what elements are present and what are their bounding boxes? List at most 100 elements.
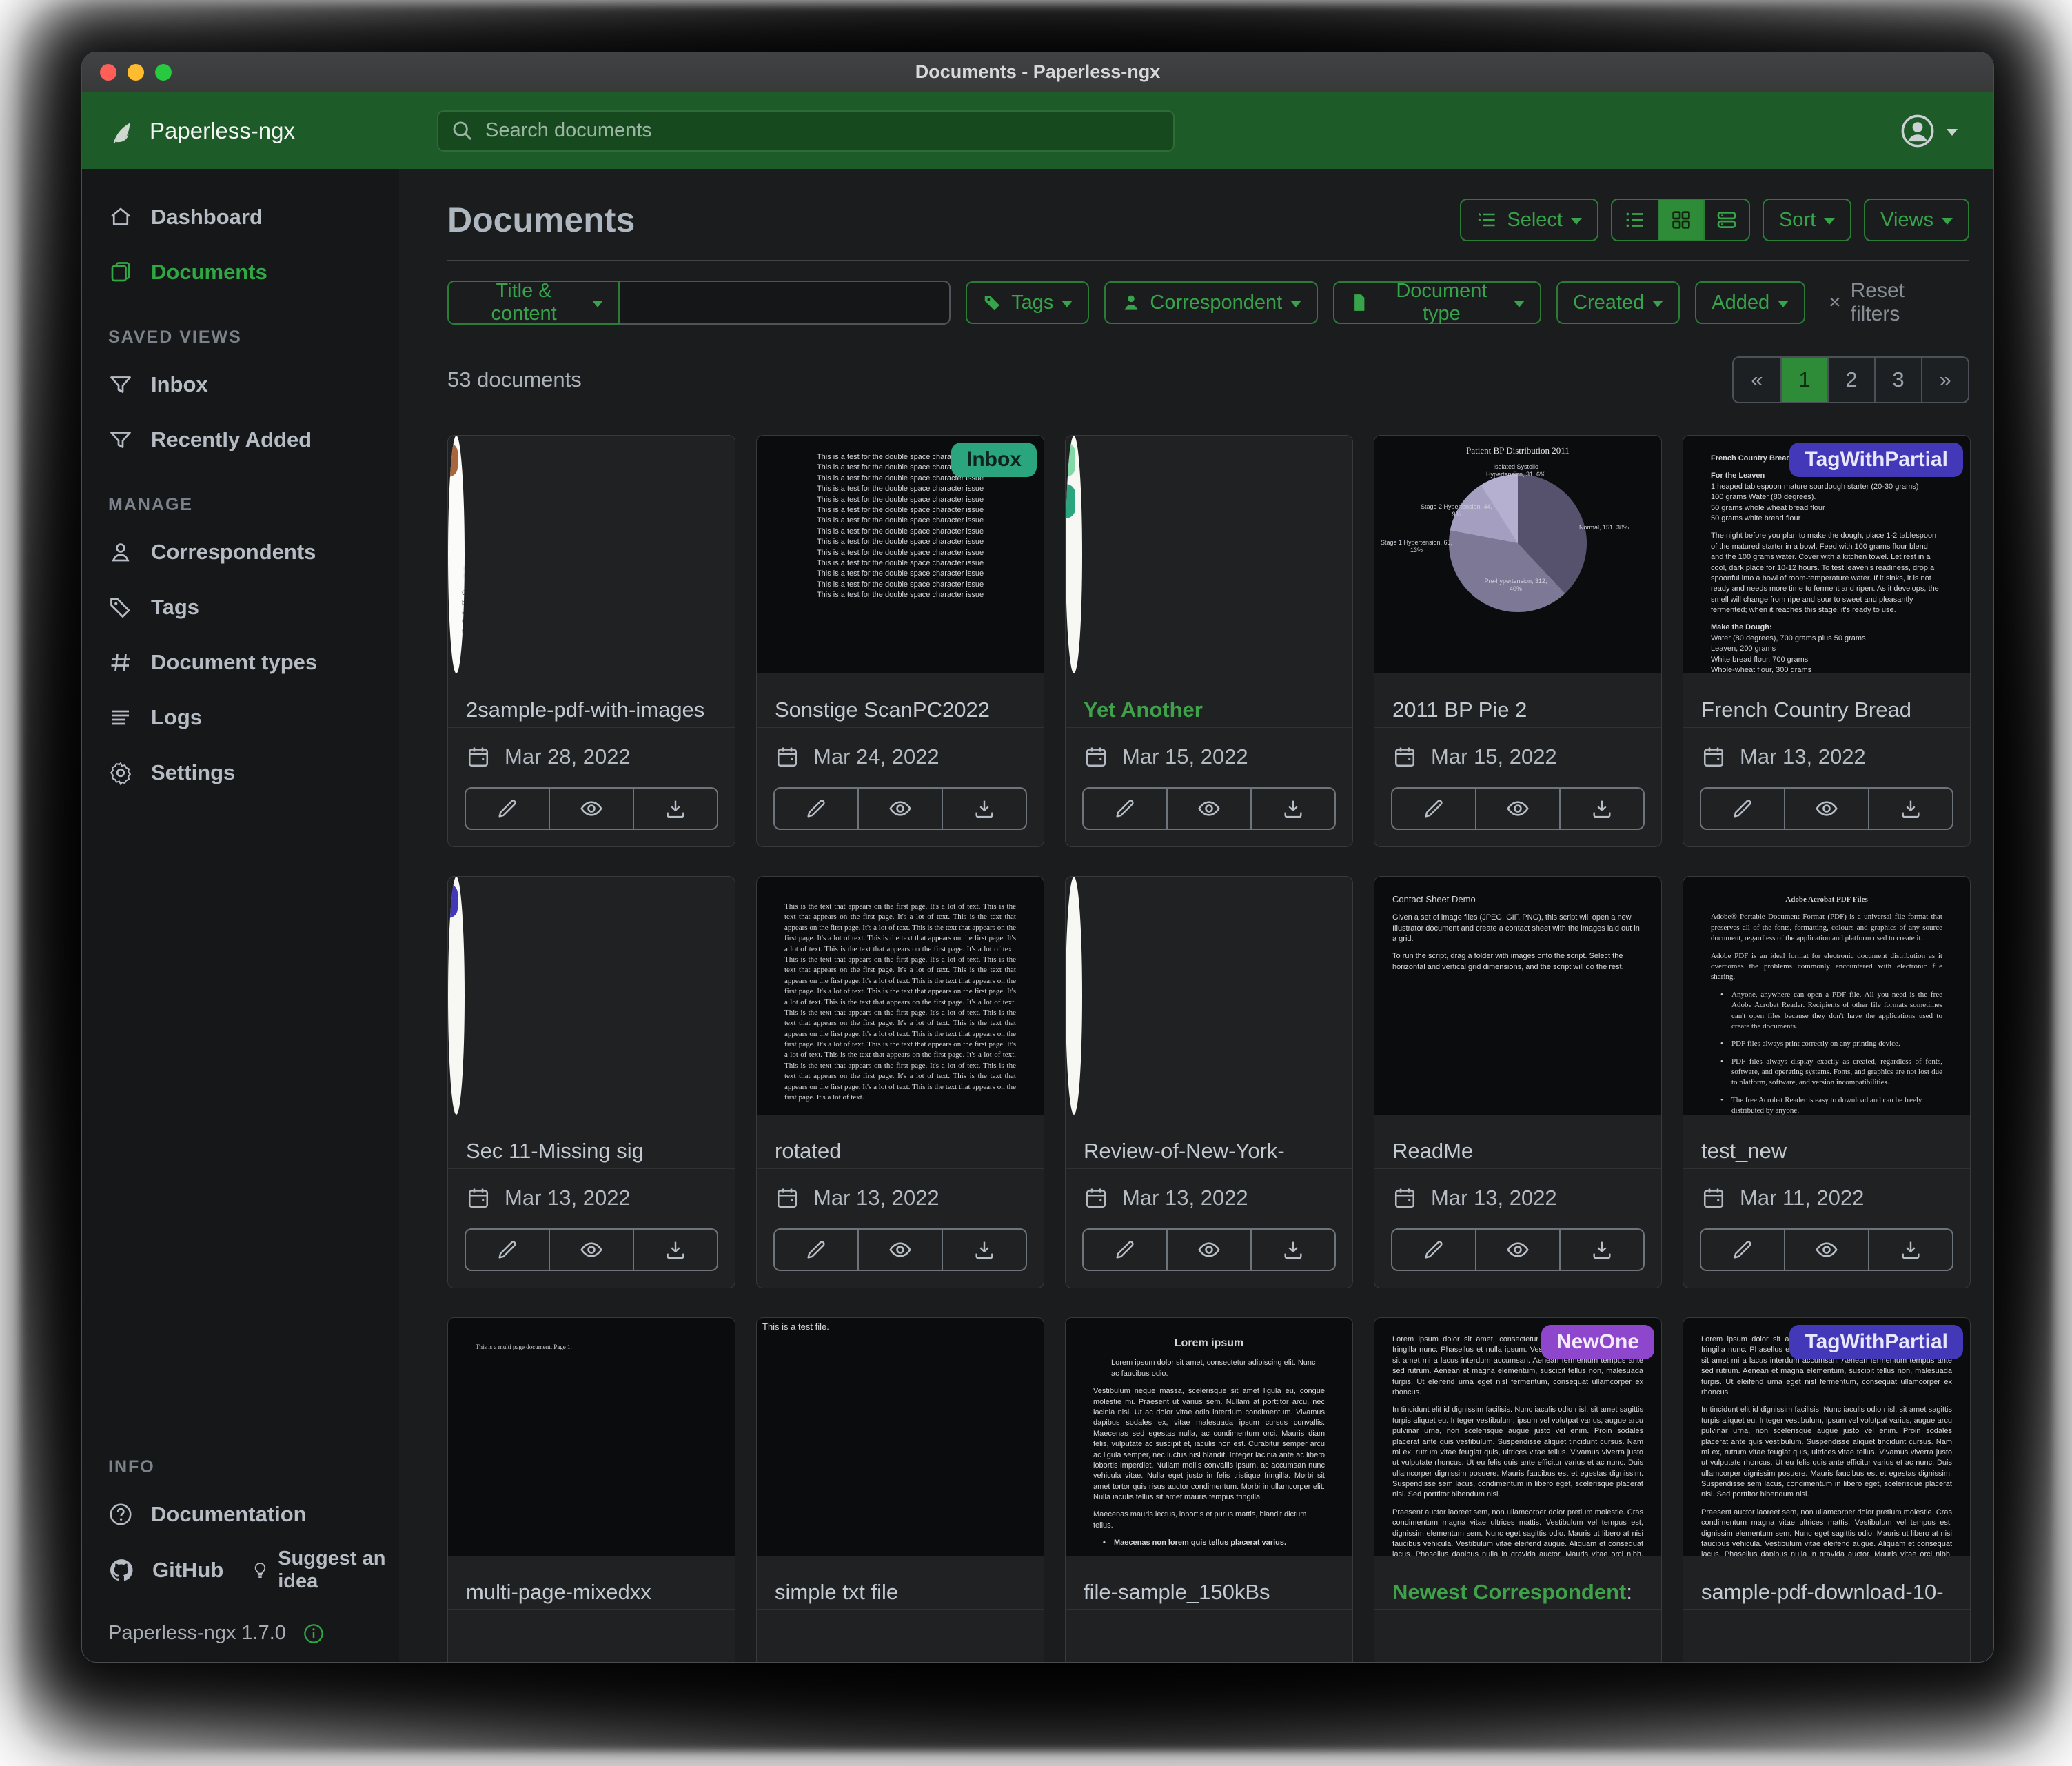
sidebar-item-document-types[interactable]: Document types — [82, 635, 399, 690]
tag-badge[interactable]: TagWithPartial — [448, 884, 458, 918]
document-thumbnail[interactable]: Patient BP Distribution 2011Normal, 151,… — [1374, 436, 1661, 673]
edit-button[interactable] — [1700, 1228, 1785, 1271]
document-type-filter-button[interactable]: Document type — [1333, 281, 1541, 324]
document-thumbnail[interactable]: Partial TagInbox Release NotesSimba ODBC… — [1066, 436, 1082, 673]
view-detail-button[interactable] — [1703, 200, 1749, 240]
sidebar-item-documentation[interactable]: Documentation — [82, 1487, 399, 1542]
views-button[interactable]: Views — [1864, 199, 1969, 241]
info-icon[interactable] — [303, 1623, 325, 1645]
correspondent-link[interactable]: Newest Correspondent — [1392, 1580, 1626, 1604]
tag-badge[interactable]: Inbox — [1066, 484, 1075, 518]
view-button[interactable] — [550, 787, 634, 830]
page-button-«[interactable]: « — [1734, 358, 1780, 402]
select-button[interactable]: Select — [1460, 199, 1598, 241]
document-title[interactable]: French Country Bread Revised.docx — [1683, 673, 1970, 727]
edit-button[interactable] — [1391, 1228, 1476, 1271]
edit-button[interactable] — [773, 787, 859, 830]
view-button[interactable] — [550, 1228, 634, 1271]
download-button[interactable] — [943, 787, 1027, 830]
view-button[interactable] — [859, 1228, 943, 1271]
sidebar-item-settings[interactable]: Settings — [82, 745, 399, 800]
download-button[interactable] — [1252, 787, 1336, 830]
search-box[interactable] — [437, 110, 1175, 152]
search-input[interactable] — [484, 119, 1161, 143]
view-button[interactable] — [1476, 1228, 1561, 1271]
edit-button[interactable] — [773, 1228, 859, 1271]
page-button-»[interactable]: » — [1921, 358, 1968, 402]
page-button-3[interactable]: 3 — [1874, 358, 1921, 402]
correspondent-link[interactable]: Yet Another Correspondent — [1084, 698, 1237, 727]
tag-badge[interactable]: Partial Tag — [1066, 443, 1075, 477]
sort-button[interactable]: Sort — [1763, 199, 1851, 241]
document-thumbnail[interactable]: NewOne Lorem ipsum dolor sit amet, conse… — [1374, 1318, 1661, 1556]
document-title[interactable]: Sec 11-Missing sig — [448, 1115, 735, 1168]
view-list-button[interactable] — [1612, 200, 1658, 240]
view-grid-button[interactable] — [1658, 200, 1703, 240]
document-thumbnail[interactable]: TagWithPartial Lorem ipsum dolor sit ame… — [1683, 1318, 1970, 1556]
title-content-dropdown[interactable]: Title & content — [447, 281, 620, 325]
view-button[interactable] — [1168, 1228, 1252, 1271]
download-button[interactable] — [1869, 787, 1953, 830]
document-title[interactable]: test_new — [1683, 1115, 1970, 1168]
edit-button[interactable] — [465, 1228, 550, 1271]
document-title[interactable]: multi-page-mixedxx — [448, 1556, 735, 1609]
view-button[interactable] — [1785, 787, 1869, 830]
view-button[interactable] — [1168, 787, 1252, 830]
download-button[interactable] — [1561, 1228, 1645, 1271]
document-thumbnail[interactable]: This is a multi page document. Page 1. — [448, 1318, 735, 1556]
download-button[interactable] — [1869, 1228, 1953, 1271]
sidebar-item-tags[interactable]: Tags — [82, 580, 399, 635]
added-filter-button[interactable]: Added — [1695, 281, 1805, 324]
document-title[interactable]: 2011 BP Pie 2 — [1374, 673, 1661, 727]
user-menu[interactable] — [1900, 113, 1993, 149]
tag-badge[interactable]: TagWithPartial — [1789, 1325, 1963, 1359]
document-title[interactable]: Review-of-New-York-Federal-Petitions-art… — [1066, 1115, 1352, 1168]
document-title[interactable]: sample-pdf-download-10-mb-longer-title — [1683, 1556, 1970, 1609]
edit-button[interactable] — [1391, 787, 1476, 830]
sidebar-item-correspondents[interactable]: Correspondents — [82, 525, 399, 580]
sidebar-item-recently-added[interactable]: Recently Added — [82, 412, 399, 467]
document-thumbnail[interactable]: Another Sample Tag Boundary Waters TripL… — [448, 436, 465, 673]
document-title[interactable]: file-sample_150kBs — [1066, 1556, 1352, 1609]
document-thumbnail[interactable]: TagWithPartial French Country BreadFor t… — [1683, 436, 1970, 673]
document-title[interactable]: Sonstige ScanPC2022 03-24_081058 — [757, 673, 1044, 727]
edit-button[interactable] — [465, 787, 550, 830]
page-button-1[interactable]: 1 — [1780, 358, 1827, 402]
document-thumbnail[interactable]: Lorem ipsumLorem ipsum dolor sit amet, c… — [1066, 1318, 1352, 1556]
download-button[interactable] — [1561, 787, 1645, 830]
download-button[interactable] — [634, 1228, 718, 1271]
tag-badge[interactable]: NewOne — [1541, 1325, 1654, 1359]
reset-filters-button[interactable]: × Reset filters — [1829, 279, 1954, 326]
document-title[interactable]: Yet Another Correspondent: Testing Email — [1066, 673, 1352, 727]
tag-badge[interactable]: TagWithPartial — [1789, 443, 1963, 477]
main-content[interactable]: Documents Select — [399, 169, 1993, 1663]
sidebar-item-github[interactable]: GitHub — [82, 1542, 223, 1598]
sidebar-item-documents[interactable]: Documents — [82, 245, 399, 300]
download-button[interactable] — [1252, 1228, 1336, 1271]
edit-button[interactable] — [1082, 1228, 1168, 1271]
close-button[interactable] — [100, 64, 116, 81]
view-button[interactable] — [859, 787, 943, 830]
document-thumbnail[interactable]: This is a test file. — [757, 1318, 1044, 1556]
download-button[interactable] — [943, 1228, 1027, 1271]
sidebar-item-dashboard[interactable]: Dashboard — [82, 190, 399, 245]
document-thumbnail[interactable]: Inbox This is a test for the double spac… — [757, 436, 1044, 673]
tags-filter-button[interactable]: Tags — [966, 281, 1089, 324]
document-thumbnail[interactable]: This is the text that appears on the fir… — [757, 877, 1044, 1115]
edit-button[interactable] — [1700, 787, 1785, 830]
document-title[interactable]: ReadMe — [1374, 1115, 1661, 1168]
document-title[interactable]: Newest Correspondent: f_combineds — [1374, 1556, 1661, 1609]
sidebar-item-inbox[interactable]: Inbox — [82, 357, 399, 412]
created-filter-button[interactable]: Created — [1556, 281, 1680, 324]
document-thumbnail[interactable]: Adobe Acrobat PDF FilesAdobe® Portable D… — [1683, 877, 1970, 1115]
document-thumbnail[interactable]: Review of New York Federal Petitions for… — [1066, 877, 1082, 1115]
document-thumbnail[interactable]: TagWithPartial Application for Medical S… — [448, 877, 465, 1115]
page-button-2[interactable]: 2 — [1827, 358, 1874, 402]
edit-button[interactable] — [1082, 787, 1168, 830]
brand[interactable]: Paperless-ngx — [82, 116, 399, 145]
correspondent-filter-button[interactable]: Correspondent — [1104, 281, 1318, 324]
download-button[interactable] — [634, 787, 718, 830]
minimize-button[interactable] — [128, 64, 144, 81]
view-button[interactable] — [1785, 1228, 1869, 1271]
filter-text-input[interactable] — [620, 281, 951, 325]
